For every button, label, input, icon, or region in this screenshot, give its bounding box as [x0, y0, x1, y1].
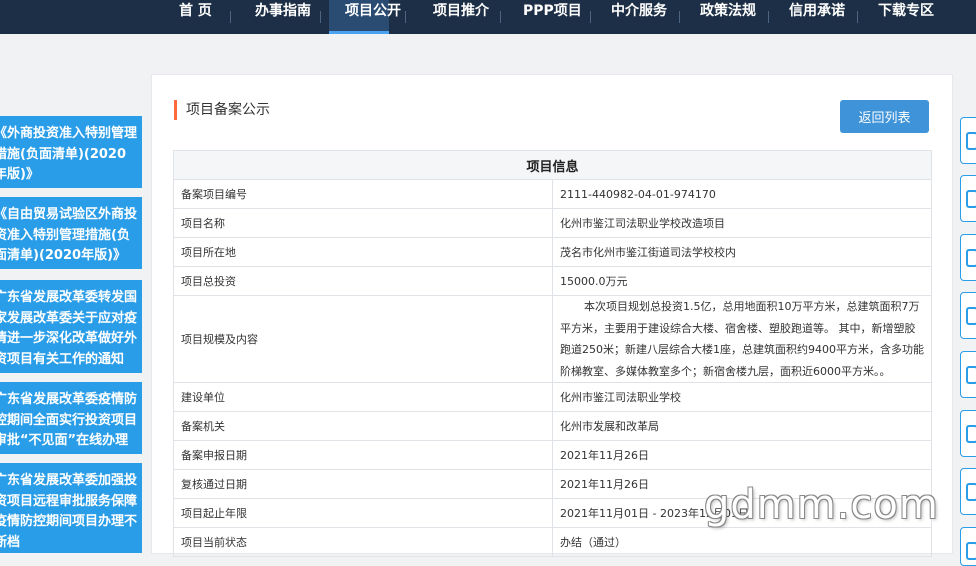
back-to-list-button[interactable]: 返回列表 — [840, 100, 929, 133]
row-value: 办结（通过） — [552, 527, 932, 557]
site-watermark: gdmm.com — [704, 482, 939, 528]
nav-project-promotion[interactable]: 项目推介 — [433, 0, 489, 34]
row-label: 项目起止年限 — [173, 498, 553, 528]
sidebar-link-online-approval[interactable]: 广东省发展改革委疫情防控期间全面实行投资项目审批“不见面”在线办理 — [0, 382, 142, 454]
table-row: 备案申报日期 2021年11月26日 — [173, 440, 932, 470]
row-value: 茂名市化州市鉴江街道司法学校校内 — [552, 237, 932, 267]
sidebar-link-label: 广东省发展改革委疫情防控期间全面实行投资项目审批“不见面”在线办理 — [0, 392, 138, 448]
float-icon — [966, 132, 976, 150]
float-button[interactable] — [960, 351, 976, 398]
nav-separator — [679, 11, 680, 23]
nav-project-public[interactable]: 项目公开 — [329, 0, 401, 34]
row-value: 化州市鉴江司法职业学校改造项目 — [552, 208, 932, 238]
nav-separator — [320, 11, 321, 23]
row-value: 化州市发展和改革局 — [552, 411, 932, 441]
float-icon — [966, 249, 976, 267]
float-icon — [966, 425, 976, 443]
float-icon — [966, 307, 976, 325]
float-button[interactable] — [960, 292, 976, 339]
sidebar-link-label: 广东省发展改革委加强投资项目远程审批服务保障疫情防控期间项目办理不断档 — [0, 473, 138, 550]
sidebar-link-negative-list[interactable]: 《外商投资准入特别管理措施(负面清单)(2020年版)》 — [0, 116, 142, 188]
row-label: 项目名称 — [173, 208, 553, 238]
table-row: 项目所在地 茂名市化州市鉴江街道司法学校校内 — [173, 237, 932, 267]
row-label: 项目当前状态 — [173, 527, 553, 557]
row-label: 备案申报日期 — [173, 440, 553, 470]
row-label: 备案项目编号 — [173, 179, 553, 209]
nav-agency[interactable]: 中介服务 — [611, 0, 667, 34]
float-button[interactable] — [960, 117, 976, 164]
float-button[interactable] — [960, 527, 976, 566]
sidebar-link-label: 广东省发展改革委转发国家发展改革委关于应对疫情进一步深化改革做好外资项目有关工作… — [0, 290, 138, 367]
float-icon — [966, 542, 976, 560]
nav-separator — [768, 11, 769, 23]
row-value: 15000.0万元 — [552, 266, 932, 296]
float-icon — [966, 483, 976, 501]
row-label: 复核通过日期 — [173, 469, 553, 499]
row-value-description: 本次项目规划总投资1.5亿，总用地面积10万平方米，总建筑面积7万平方米，主要用… — [552, 295, 932, 383]
table-row: 建设单位 化州市鉴江司法职业学校 — [173, 382, 932, 412]
row-label: 项目所在地 — [173, 237, 553, 267]
sidebar-link-foreign-investment-notice[interactable]: 广东省发展改革委转发国家发展改革委关于应对疫情进一步深化改革做好外资项目有关工作… — [0, 280, 142, 373]
row-label: 建设单位 — [173, 382, 553, 412]
nav-separator — [405, 11, 406, 23]
row-label: 项目总投资 — [173, 266, 553, 296]
nav-separator — [500, 11, 501, 23]
float-icon — [966, 366, 976, 384]
table-row: 备案机关 化州市发展和改革局 — [173, 411, 932, 441]
row-value: 2021年11月26日 — [552, 440, 932, 470]
sidebar-link-label: 《自由贸易试验区外商投资准入特别管理措施(负面清单)(2020年版)》 — [0, 207, 138, 263]
table-row: 项目名称 化州市鉴江司法职业学校改造项目 — [173, 208, 932, 238]
nav-separator — [590, 11, 591, 23]
float-icon — [966, 190, 976, 208]
nav-guide[interactable]: 办事指南 — [255, 0, 311, 34]
nav-credit[interactable]: 信用承诺 — [789, 0, 845, 34]
row-label: 项目规模及内容 — [173, 295, 553, 383]
table-row: 项目总投资 15000.0万元 — [173, 266, 932, 296]
table-row: 项目当前状态 办结（通过） — [173, 527, 932, 557]
nav-home[interactable]: 首 页 — [179, 0, 212, 34]
float-button[interactable] — [960, 175, 976, 222]
sidebar-link-label: 《外商投资准入特别管理措施(负面清单)(2020年版)》 — [0, 126, 138, 182]
nav-separator — [230, 11, 231, 23]
float-button[interactable] — [960, 234, 976, 281]
nav-download[interactable]: 下载专区 — [878, 0, 934, 34]
panel-title: 项目备案公示 — [174, 100, 270, 120]
top-navigation: 首 页 办事指南 项目公开 项目推介 PPP项目 中介服务 政策法规 信用承诺 … — [0, 0, 976, 34]
float-button[interactable] — [960, 410, 976, 457]
row-value: 2111-440982-04-01-974170 — [552, 179, 932, 209]
sidebar-link-remote-approval[interactable]: 广东省发展改革委加强投资项目远程审批服务保障疫情防控期间项目办理不断档 — [0, 463, 142, 553]
float-button[interactable] — [960, 468, 976, 515]
row-value: 化州市鉴江司法职业学校 — [552, 382, 932, 412]
nav-separator — [857, 11, 858, 23]
nav-ppp[interactable]: PPP项目 — [523, 0, 582, 34]
table-row: 项目规模及内容 本次项目规划总投资1.5亿，总用地面积10万平方米，总建筑面积7… — [173, 295, 932, 383]
table-row: 备案项目编号 2111-440982-04-01-974170 — [173, 179, 932, 209]
nav-policy[interactable]: 政策法规 — [700, 0, 756, 34]
row-label: 备案机关 — [173, 411, 553, 441]
sidebar-link-ftz-negative-list[interactable]: 《自由贸易试验区外商投资准入特别管理措施(负面清单)(2020年版)》 — [0, 197, 142, 269]
table-header: 项目信息 — [173, 150, 932, 180]
